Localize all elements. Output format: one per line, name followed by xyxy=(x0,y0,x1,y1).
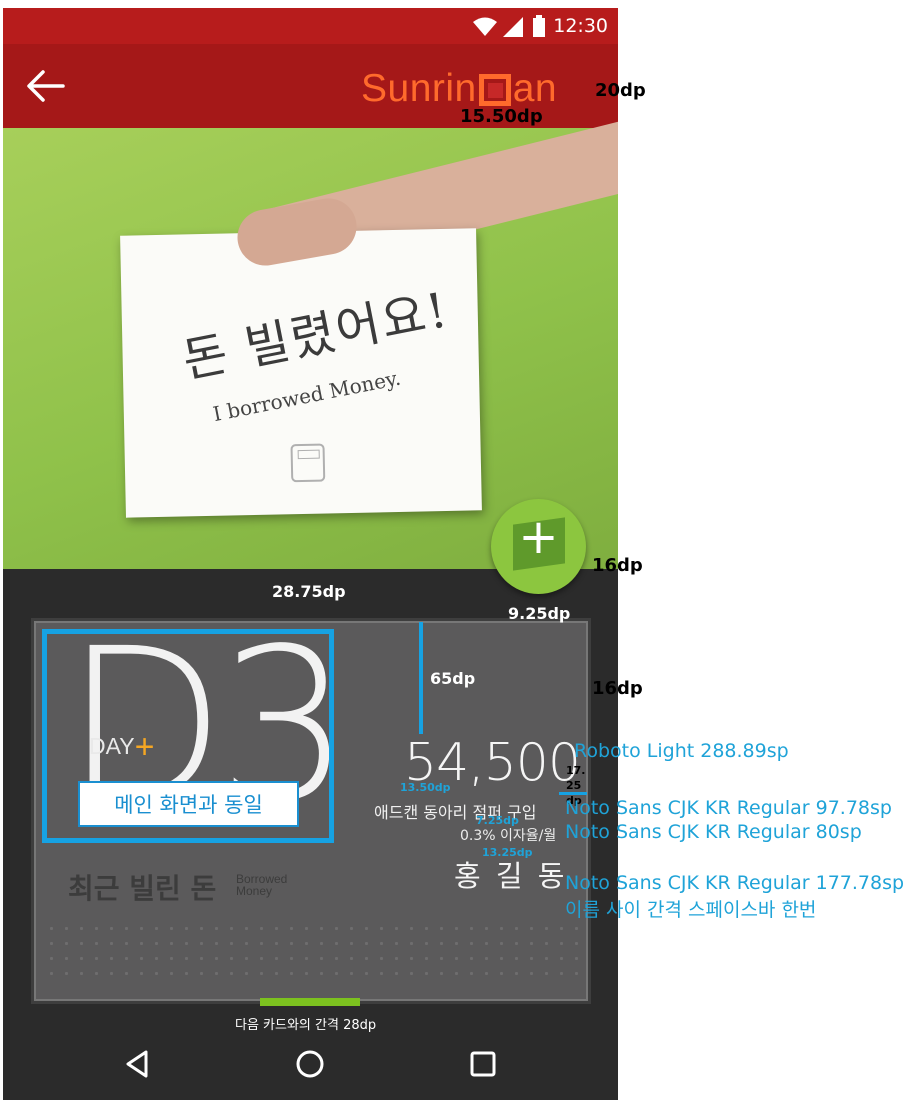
annotation-right-margin-1: 17. xyxy=(566,764,586,777)
annotation-right-margin-2: 25 xyxy=(566,779,582,792)
annotation-card-top: 28.75dp xyxy=(272,582,346,601)
nav-back-button[interactable] xyxy=(118,1044,158,1084)
annotation-logo-margin: 15.50dp xyxy=(460,106,543,127)
back-arrow-icon xyxy=(27,70,65,102)
annotation-gap-rate-name: 13.25dp xyxy=(482,846,533,859)
annotation-font-name: Noto Sans CJK KR Regular 177.78sp xyxy=(565,872,905,894)
back-triangle-icon xyxy=(126,1050,148,1078)
wifi-icon xyxy=(473,17,497,36)
amount-top-guide xyxy=(419,622,423,734)
card-dot-pattern xyxy=(44,921,579,981)
annotation-font-rate: Noto Sans CJK KR Regular 80sp xyxy=(565,821,862,843)
annotation-gap-amount-purpose: 13.50dp xyxy=(400,781,451,794)
annotation-card-gap: 다음 카드와의 간격 28dp xyxy=(235,1018,377,1033)
recent-borrowed-label: 최근 빌린 돈 xyxy=(68,872,217,905)
calculator-icon xyxy=(290,443,326,483)
logo-text-right: an xyxy=(512,67,558,110)
same-as-main-label: 메인 화면과 동일 xyxy=(78,781,299,827)
logo-text-left: Sunrin xyxy=(361,67,477,110)
nav-recents-button[interactable] xyxy=(463,1044,503,1084)
status-time: 12:30 xyxy=(553,15,608,37)
note-korean-text: 돈 빌렸어요! xyxy=(178,281,454,390)
annotation-appbar-height: 20dp xyxy=(595,80,646,101)
add-loan-fab[interactable]: + xyxy=(491,499,586,594)
annotated-screen: 12:30 Sunrin an 돈 빌렸어요! I borrowed Money… xyxy=(0,0,910,1103)
home-circle-icon xyxy=(296,1050,324,1078)
logo-mark xyxy=(478,74,511,106)
signal-icon xyxy=(503,17,523,37)
paper-note: 돈 빌렸어요! I borrowed Money. xyxy=(120,228,482,518)
battery-icon xyxy=(533,15,545,37)
recent-borrowed-label-en: Borrowed Money xyxy=(236,873,287,897)
annotation-font-amount: Roboto Light 288.89sp xyxy=(574,740,789,762)
back-button[interactable] xyxy=(21,64,71,108)
plus-icon: + xyxy=(518,509,559,565)
borrower-name: 홍 길 동 xyxy=(454,859,568,893)
annotation-gap-purpose-rate: 7.25dp xyxy=(476,814,519,827)
page-indicator xyxy=(260,998,360,1006)
interest-rate: 0.3% 이자율/월 xyxy=(460,828,557,844)
annotation-name-spacing: 이름 사이 간격 스페이스바 한번 xyxy=(565,899,817,921)
annotation-card-right: 16dp xyxy=(592,678,643,699)
recents-square-icon xyxy=(470,1051,496,1077)
nav-home-button[interactable] xyxy=(290,1044,330,1084)
annotation-font-purpose: Noto Sans CJK KR Regular 97.78sp xyxy=(565,797,892,819)
annotation-amount-top: 65dp xyxy=(430,669,476,688)
annotation-fab-overlap: 9.25dp xyxy=(508,604,571,623)
navigation-bar xyxy=(3,1028,618,1100)
annotation-fab-right: 16dp xyxy=(592,555,643,576)
recent-en-line-2: Money xyxy=(236,884,273,898)
status-bar: 12:30 xyxy=(3,8,618,44)
